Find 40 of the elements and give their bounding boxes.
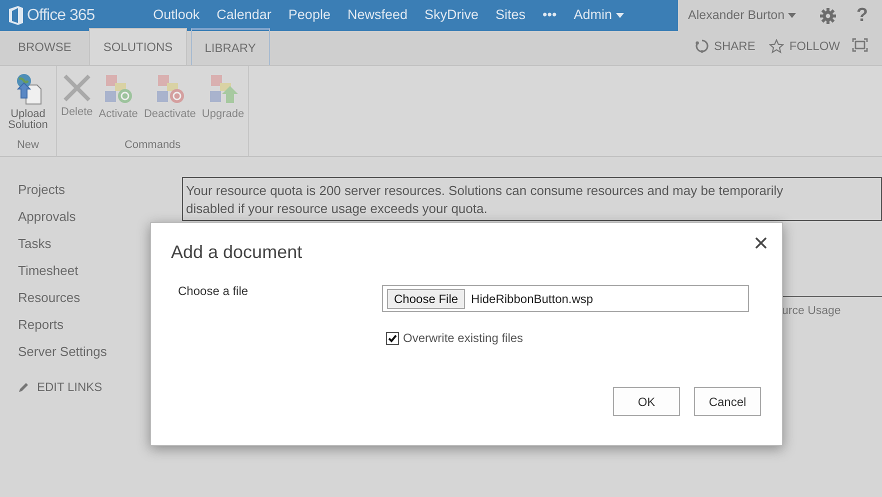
star-icon [769,38,784,54]
checkbox-label: Overwrite existing files [403,330,524,347]
field-label: Choose a file [178,283,248,300]
nav-link[interactable]: Admin [574,5,624,26]
sidebar-link[interactable]: Projects [18,177,182,204]
nav-link[interactable]: Newsfeed [347,5,408,26]
ok-button[interactable]: OK [613,387,680,416]
cubes-icon [102,73,134,105]
upload-icon [14,73,42,105]
cancel-button[interactable]: Cancel [694,387,761,416]
pencil-icon [18,381,30,393]
settings-icon[interactable] [820,8,836,24]
share-link[interactable]: SHARE [694,37,756,55]
file-input[interactable]: Choose File HideRibbonButton.wsp [382,285,749,312]
close-icon[interactable] [755,237,767,249]
delete-icon [62,73,92,103]
nav-link[interactable]: ••• [542,5,557,26]
group-label: Commands [123,138,182,152]
nav-link[interactable]: Sites [496,5,526,26]
overwrite-checkbox[interactable] [386,332,399,344]
follow-link[interactable]: FOLLOW [769,37,840,55]
edit-links-link[interactable]: EDIT LINKS [18,378,182,396]
cubes-icon [207,73,240,105]
ribbon-tab[interactable]: SOLUTIONS [89,28,187,65]
quota-notice: Your resource quota is 200 server resources. Solutions can consume resources and may be temporarily disabled if your resource usage exceeds your quota. [182,177,882,221]
office-logo[interactable]: Office 365 [8,4,95,28]
ribbon-button[interactable]: Upload Solution [2,73,54,136]
dialog-title: Add a document [171,241,302,264]
nav-link[interactable]: Calendar [216,5,272,26]
column-header: urce Usage [782,304,841,319]
focus-icon[interactable] [852,38,868,52]
nav-link[interactable]: People [288,5,330,26]
nav-link[interactable]: Outlook [153,5,200,26]
user-menu[interactable]: Alexander Burton [688,6,796,25]
share-icon [694,39,709,53]
nav-link[interactable]: SkyDrive [424,5,479,26]
help-icon[interactable]: ? [856,6,868,25]
group-label: New [16,138,40,152]
sidebar-link[interactable]: Approvals [18,204,182,231]
ribbon-tab[interactable]: BROWSE [4,28,86,65]
